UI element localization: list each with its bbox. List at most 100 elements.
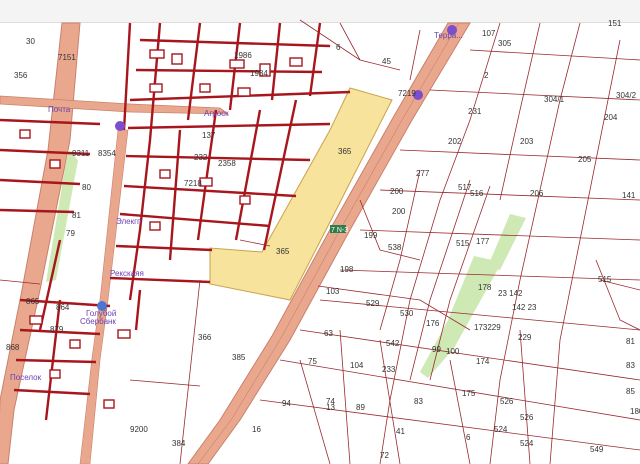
parcel-number: 524 — [494, 425, 508, 434]
parcel-number: 526 — [500, 397, 514, 406]
parcel-number: 16 — [252, 425, 261, 434]
parcel-number: 151 — [608, 19, 622, 28]
parcel-number: 233 — [382, 365, 396, 374]
parcel-number: 206 — [530, 189, 544, 198]
parcel-number: 107 — [482, 29, 496, 38]
parcel-number: 89 — [356, 403, 365, 412]
parcel-number: 41 — [396, 427, 405, 436]
parcel-number: 176 — [426, 319, 440, 328]
parcel-number: 277 — [416, 169, 430, 178]
parcel-number: 515 — [598, 275, 612, 284]
place-label: Почта — [48, 105, 71, 114]
parcel-number: 202 — [448, 137, 462, 146]
parcel-number: 384 — [172, 439, 186, 448]
parcel-number: 538 — [388, 243, 402, 252]
parcel-number: 529 — [366, 299, 380, 308]
secondary-road — [79, 129, 129, 464]
parcel-number: 9200 — [130, 425, 148, 434]
parcel-number: 178 — [478, 283, 492, 292]
parcel-number: 173229 — [474, 323, 501, 332]
parcel-number: 8354 — [98, 149, 116, 158]
parcel-number: 229 — [518, 333, 532, 342]
parcel-number: 137 — [202, 131, 216, 140]
parcel-number: 99 — [432, 345, 441, 354]
parcel-number: 549 — [590, 445, 604, 454]
parcel-number: 879 — [50, 325, 64, 334]
place-label: Сбербанк — [80, 317, 116, 326]
top-toolbar-strip — [0, 0, 640, 22]
parcel-number: 104 — [350, 361, 364, 370]
parcel-number: 13 — [326, 403, 335, 412]
parcel-number: 63 — [324, 329, 333, 338]
parcel-number: 175 — [462, 389, 476, 398]
parcel-number: 7218 — [184, 179, 202, 188]
parcel-number: 80 — [82, 183, 91, 192]
parcel-number: 365 — [276, 247, 290, 256]
parcel-number: 205 — [578, 155, 592, 164]
parcel-number: 304/1 — [544, 95, 565, 104]
parcel-number: 2 — [484, 71, 489, 80]
left-road — [0, 22, 81, 464]
parcel-number: 542 — [386, 339, 400, 348]
place-label: Терра... — [434, 31, 463, 40]
parcel-number: 141 — [622, 191, 636, 200]
parcel-number: 142 23 — [512, 303, 537, 312]
parcel-number: 232 — [194, 153, 208, 162]
parcel-number: 365 — [338, 147, 352, 156]
parcel-number: 516 — [470, 189, 484, 198]
parcel-number: 526 — [520, 413, 534, 422]
parcel-number: 530 — [400, 309, 414, 318]
parcel-labels: 71513569311 83541984198613723223587218456… — [6, 19, 640, 460]
parcel-number: 180 — [630, 407, 640, 416]
place-label: Элекгп — [116, 217, 141, 226]
parcel-number: 203 — [520, 137, 534, 146]
parcel-number: 204 — [604, 113, 618, 122]
parcel-number: 30 — [26, 37, 35, 46]
parcel-number: 1984 — [250, 69, 268, 78]
parcel-number: 1986 — [234, 51, 252, 60]
parcel-number: 45 — [382, 57, 391, 66]
place-label: Рекскаяя — [110, 269, 144, 278]
parcel-number: 79 — [66, 229, 75, 238]
parcel-number: 524 — [520, 439, 534, 448]
parcel-number: 198 — [340, 265, 354, 274]
parcel-number: 85 — [626, 387, 635, 396]
parcel-number: 7219 — [398, 89, 416, 98]
place-label: Поселок — [10, 373, 42, 382]
parcel-number: 305 — [498, 39, 512, 48]
parcel-number: 81 — [626, 337, 635, 346]
parcel-number: 75 — [308, 357, 317, 366]
parcel-number: 177 — [476, 237, 490, 246]
parcel-number: 174 — [476, 357, 490, 366]
parcel-number: 2358 — [218, 159, 236, 168]
parcel-number: 94 — [282, 399, 291, 408]
parcel-number: 366 — [198, 333, 212, 342]
parcel-number: 868 — [6, 343, 20, 352]
cadastral-map[interactable]: 7 N-3 Терра... Агроск Почта Элекгп Рекскаяя Г… — [0, 0, 640, 464]
parcel-number: 356 — [14, 71, 28, 80]
parcel-number: 304/2 — [616, 91, 637, 100]
parcel-number: 103 — [326, 287, 340, 296]
parcel-number: 199 — [364, 231, 378, 240]
svg-text:7 N-3: 7 N-3 — [331, 227, 348, 234]
parcel-number: 515 — [456, 239, 470, 248]
parcel-number: 864 — [56, 303, 70, 312]
parcel-number: 23 142 — [498, 289, 523, 298]
parcel-number: 83 — [626, 361, 635, 370]
parcel-number: 865 — [26, 297, 40, 306]
map-canvas[interactable]: 7 N-3 Терра...АгроскПочтаЭлекгпРекскаяяГ… — [0, 0, 640, 464]
parcel-number: 7151 — [58, 53, 76, 62]
parcel-number: 6 — [336, 43, 341, 52]
parcel-number: 83 — [414, 397, 423, 406]
parcel-number: 6 — [466, 433, 471, 442]
parcel-number: 200 — [390, 187, 404, 196]
place-label: Агроск — [204, 109, 229, 118]
poi-icon-post[interactable] — [115, 121, 125, 131]
parcel-number: 9311 — [72, 149, 90, 158]
parcel-number: 200 — [392, 207, 406, 216]
parcel-number: 231 — [468, 107, 482, 116]
parcel-number: 100 — [446, 347, 460, 356]
parcel-number: 72 — [380, 451, 389, 460]
parcel-number: 81 — [72, 211, 81, 220]
road-number-shield: 7 N-3 — [330, 225, 348, 234]
